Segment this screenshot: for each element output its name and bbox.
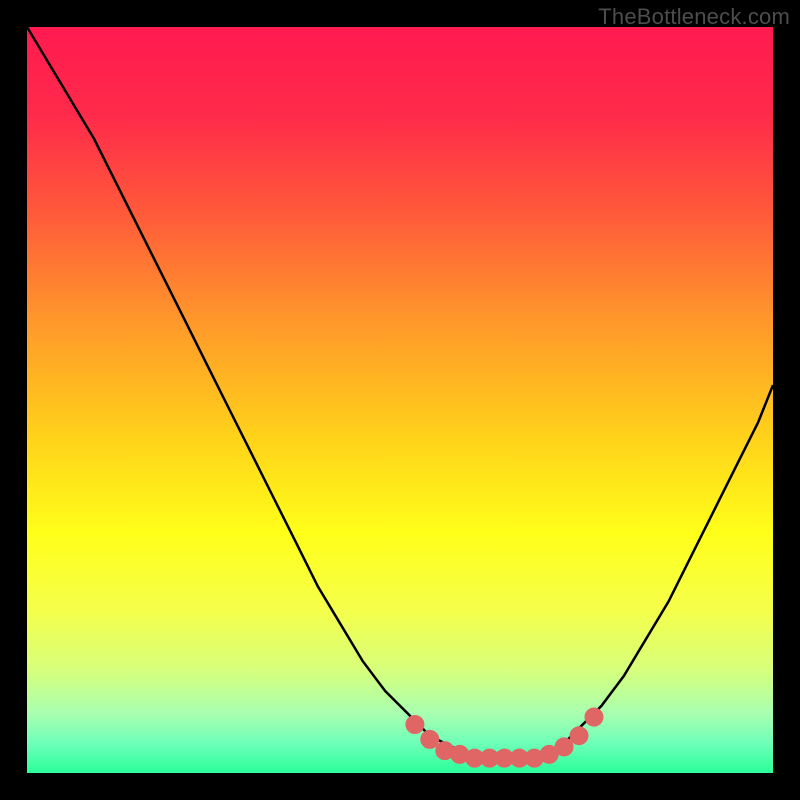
marker-point	[406, 716, 424, 734]
marker-point	[585, 708, 603, 726]
marker-point	[570, 727, 588, 745]
chart-svg	[27, 27, 773, 773]
marker-point	[555, 738, 573, 756]
gradient-rect	[27, 27, 773, 773]
plot-area	[27, 27, 773, 773]
marker-point	[421, 730, 439, 748]
watermark-text: TheBottleneck.com	[598, 4, 790, 30]
chart-stage: TheBottleneck.com	[0, 0, 800, 800]
